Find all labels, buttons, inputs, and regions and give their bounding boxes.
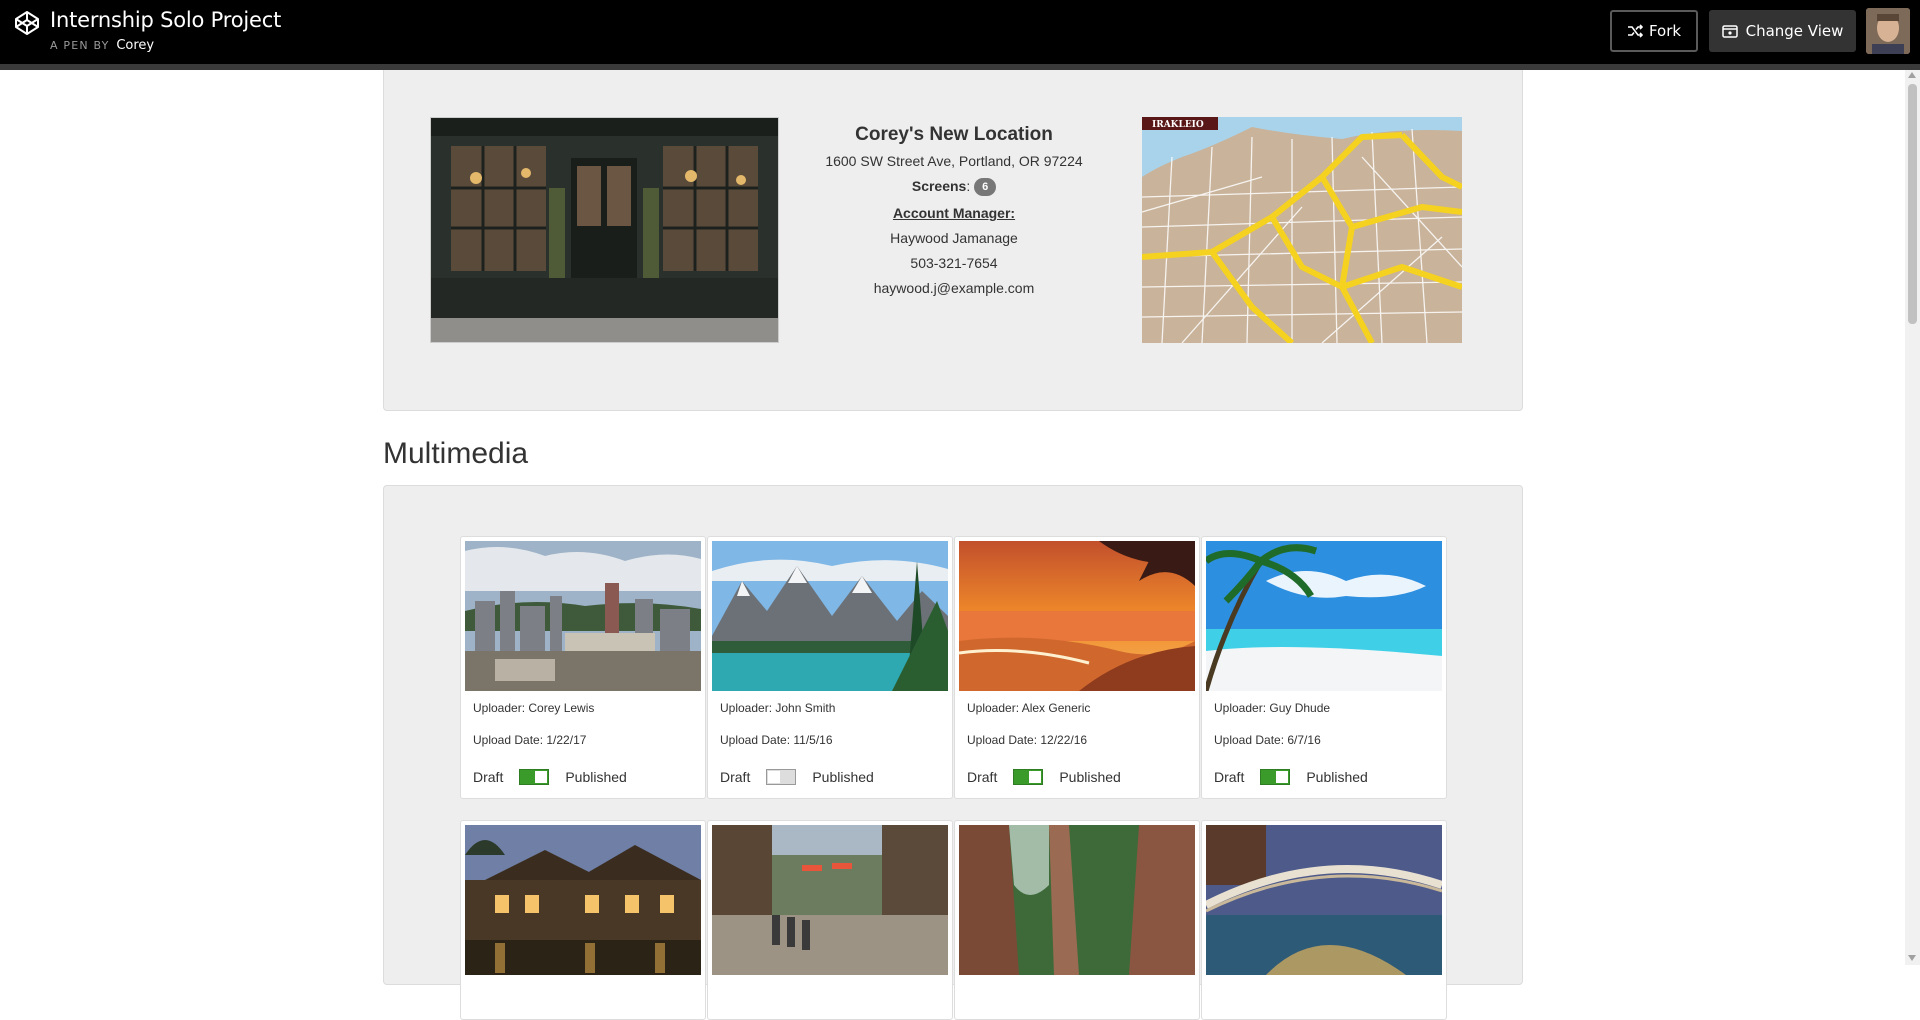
- scroll-up-arrow-icon[interactable]: [1908, 72, 1916, 78]
- change-view-label: Change View: [1745, 22, 1844, 40]
- pen-by-label: A PEN BY: [50, 39, 110, 52]
- storefront-image: [430, 117, 779, 343]
- thumbnail-sunset-beach[interactable]: [959, 541, 1195, 691]
- publish-toggle-row: Draft Published: [720, 769, 874, 785]
- upload-date-text: Upload Date: 11/5/16: [720, 733, 833, 747]
- pen-title: Internship Solo Project: [50, 8, 282, 32]
- draft-label: Draft: [473, 769, 504, 785]
- media-card: [460, 820, 706, 1020]
- thumbnail-lodge-night[interactable]: [465, 825, 701, 975]
- publish-toggle[interactable]: [1013, 769, 1044, 785]
- publish-toggle-row: Draft Published: [1214, 769, 1368, 785]
- draft-label: Draft: [720, 769, 751, 785]
- multimedia-panel: Uploader: Corey Lewis Upload Date: 1/22/…: [383, 485, 1523, 1020]
- page-scrollbar[interactable]: [1905, 70, 1920, 965]
- scroll-down-arrow-icon[interactable]: [1908, 955, 1916, 961]
- thumbnail-mountain-lake[interactable]: [712, 541, 948, 691]
- codepen-header: Internship Solo Project A PEN BY Corey F…: [0, 0, 1920, 70]
- thumbnail-canyon-cliffs[interactable]: [959, 825, 1195, 975]
- uploader-text: Uploader: Corey Lewis: [473, 701, 595, 715]
- screens-label: Screens: [911, 178, 967, 194]
- upload-date-text: Upload Date: 6/7/16: [1214, 733, 1321, 747]
- location-map: IRAKLEIO: [1142, 117, 1462, 343]
- publish-toggle[interactable]: [519, 769, 550, 785]
- upload-date-text: Upload Date: 1/22/17: [473, 733, 587, 747]
- thumbnail-tropical-beach[interactable]: [1206, 541, 1442, 691]
- location-info: Corey's New Location 1600 SW Street Ave,…: [804, 124, 1104, 305]
- change-view-button[interactable]: Change View: [1709, 10, 1856, 52]
- published-label: Published: [1059, 769, 1121, 785]
- map-label: IRAKLEIO: [1152, 120, 1204, 130]
- location-panel: Corey's New Location 1600 SW Street Ave,…: [383, 70, 1523, 411]
- publish-toggle[interactable]: [766, 769, 797, 785]
- publish-toggle-row: Draft Published: [967, 769, 1121, 785]
- fork-button[interactable]: Fork: [1610, 10, 1698, 52]
- manager-name: Haywood Jamanage: [890, 230, 1018, 247]
- media-card: [1201, 820, 1447, 1020]
- media-card: Uploader: Guy Dhude Upload Date: 6/7/16 …: [1201, 536, 1447, 799]
- thumbnail-plaza-crowd[interactable]: [712, 825, 948, 975]
- user-avatar[interactable]: [1866, 8, 1910, 54]
- uploader-text: Uploader: Guy Dhude: [1214, 701, 1331, 715]
- upload-date-text: Upload Date: 12/22/16: [967, 733, 1088, 747]
- uploader-text: Uploader: John Smith: [720, 701, 836, 715]
- pen-by-line: A PEN BY Corey: [50, 38, 154, 53]
- screens-row: Screens: 6: [804, 178, 1104, 197]
- publish-toggle[interactable]: [1260, 769, 1291, 785]
- multimedia-title: Multimedia: [383, 437, 529, 470]
- media-card: [707, 820, 953, 1020]
- fork-label: Fork: [1648, 22, 1682, 40]
- published-label: Published: [812, 769, 874, 785]
- manager-email: haywood.j@example.com: [873, 280, 1035, 297]
- manager-phone: 503-321-7654: [910, 255, 998, 272]
- media-card: Uploader: John Smith Upload Date: 11/5/1…: [707, 536, 953, 799]
- fork-icon: [1627, 24, 1643, 38]
- uploader-text: Uploader: Alex Generic: [967, 701, 1091, 715]
- view-icon: [1721, 24, 1738, 38]
- author-link[interactable]: Corey: [116, 38, 154, 53]
- location-address: 1600 SW Street Ave, Portland, OR 97224: [825, 153, 1083, 169]
- draft-label: Draft: [1214, 769, 1245, 785]
- media-card: [954, 820, 1200, 1020]
- account-manager-label: Account Manager:: [892, 205, 1016, 222]
- published-label: Published: [1306, 769, 1368, 785]
- location-name: Corey's New Location: [855, 124, 1053, 145]
- thumbnail-city-skyline[interactable]: [465, 541, 701, 691]
- thumbnail-bridge-night[interactable]: [1206, 825, 1442, 975]
- publish-toggle-row: Draft Published: [473, 769, 627, 785]
- draft-label: Draft: [967, 769, 998, 785]
- media-card: Uploader: Corey Lewis Upload Date: 1/22/…: [460, 536, 706, 799]
- scrollbar-thumb[interactable]: [1908, 84, 1917, 324]
- codepen-logo-icon[interactable]: [14, 10, 40, 36]
- screens-count-badge: 6: [974, 178, 997, 197]
- published-label: Published: [565, 769, 627, 785]
- media-card: Uploader: Alex Generic Upload Date: 12/2…: [954, 536, 1200, 799]
